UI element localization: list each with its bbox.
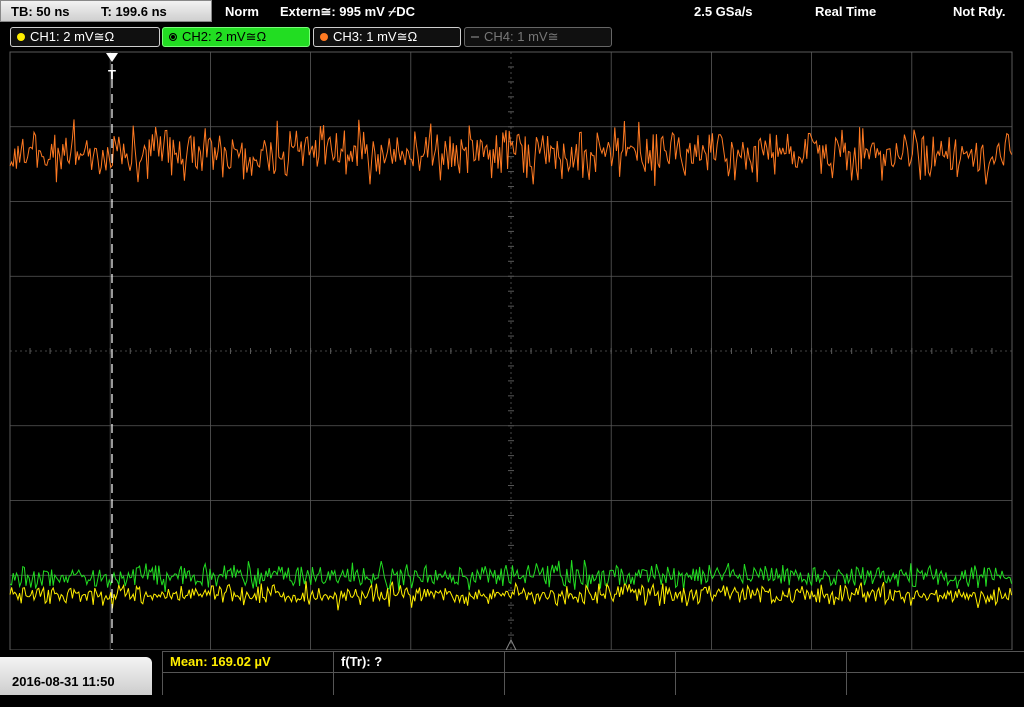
channel-label: CH2: 2 mV≅Ω	[182, 29, 267, 44]
meas-divider	[333, 651, 334, 695]
channel-tab-ch1[interactable]: CH1: 2 mV≅Ω	[10, 27, 160, 47]
trigger-time-label: T: 199.6 ns	[101, 4, 167, 19]
trigger-mode[interactable]: Norm	[225, 0, 259, 24]
measurement-row	[162, 651, 1024, 673]
ch4-color-dot-icon	[471, 36, 479, 38]
waveform-display[interactable]: T	[0, 50, 1024, 650]
channel-tab-ch3[interactable]: CH3: 1 mV≅Ω	[313, 27, 461, 47]
channel-tab-ch2[interactable]: CH2: 2 mV≅Ω	[162, 27, 310, 47]
ch2-color-dot-icon	[169, 33, 177, 41]
acquisition-status: Not Rdy.	[953, 4, 1006, 19]
meas-divider	[846, 651, 847, 695]
trigger-t-icon: T	[108, 67, 116, 82]
mean-measurement[interactable]: Mean: 169.02 µV	[170, 653, 271, 671]
timebase-label: TB: 50 ns	[11, 4, 70, 19]
channel-tab-ch4[interactable]: CH4: 1 mV≅	[464, 27, 612, 47]
ch1-trace	[9, 581, 1013, 611]
ch1-color-dot-icon	[17, 33, 25, 41]
channel-label: CH1: 2 mV≅Ω	[30, 29, 115, 44]
timebase-box[interactable]: TB: 50 ns T: 199.6 ns	[0, 0, 212, 22]
meas-divider	[504, 651, 505, 695]
status-bar: TB: 50 ns T: 199.6 ns Norm Extern≅: 995 …	[0, 0, 1024, 24]
trigger-arrow-icon	[106, 53, 118, 62]
frequency-measurement[interactable]: f(Tr): ?	[341, 653, 382, 671]
sample-rate[interactable]: 2.5 GSa/s	[694, 0, 753, 24]
trigger-source[interactable]: Extern≅: 995 mV ⌿DC	[280, 0, 415, 24]
meas-divider	[162, 651, 163, 695]
channel-tabs: CH1: 2 mV≅Ω CH2: 2 mV≅Ω CH3: 1 mV≅Ω CH4:…	[0, 27, 1024, 49]
ch3-color-dot-icon	[320, 33, 328, 41]
datetime-label: 2016-08-31 11:50	[12, 674, 115, 689]
channel-label: CH4: 1 mV≅	[484, 29, 559, 44]
meas-divider	[675, 651, 676, 695]
datetime-box: 2016-08-31 11:50	[0, 657, 152, 695]
channel-label: CH3: 1 mV≅Ω	[333, 29, 418, 44]
graticule-svg: T	[9, 51, 1013, 650]
acquisition-mode[interactable]: Real Time	[815, 0, 876, 24]
trigger-position-marker[interactable]: T	[106, 53, 118, 650]
